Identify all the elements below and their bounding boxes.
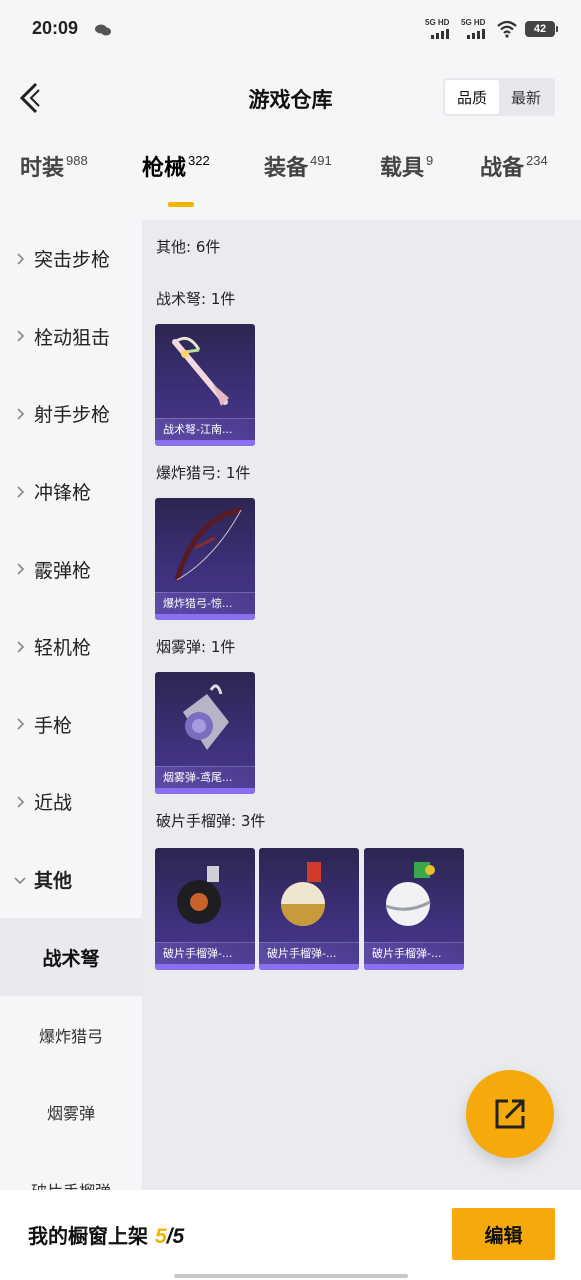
rarity-bar [259, 964, 359, 970]
sidebar-item-smg[interactable]: 冲锋枪 [0, 453, 142, 531]
sort-toggle: 品质 最新 [443, 78, 555, 116]
sidebar-item-lmg[interactable]: 轻机枪 [0, 608, 142, 686]
section-title: 爆炸猎弓: 1件 [156, 464, 251, 482]
chevron-right-icon [17, 796, 25, 808]
tab-firearms[interactable]: 枪械 322 [142, 150, 210, 210]
sidebar-subitem-smoke-grenade[interactable]: 烟雾弹 [0, 1074, 142, 1152]
status-bar: 20:09 5G HD 5G HD 42 [0, 0, 581, 56]
status-time: 20:09 [32, 18, 79, 38]
sort-quality-button[interactable]: 品质 [445, 80, 499, 114]
edit-button[interactable]: 编辑 [452, 1208, 555, 1260]
chevron-right-icon [17, 253, 25, 265]
sidebar-item-assault-rifle[interactable]: 突击步枪 [0, 220, 142, 298]
tab-vehicles[interactable]: 载具 9 [380, 150, 433, 210]
battery-icon: 42 [525, 21, 558, 37]
item-name: 战术弩-江南... [155, 418, 255, 440]
sidebar-subitem-crossbow[interactable]: 战术弩 [0, 918, 142, 996]
item-card[interactable]: 烟雾弹-鸢尾... [155, 672, 255, 794]
bottom-bar: 我的橱窗上架 5/5 编辑 [0, 1190, 581, 1280]
frag-grenade-green-icon [385, 862, 435, 926]
chevron-right-icon [17, 718, 25, 730]
chevron-right-icon [17, 563, 25, 575]
wechat-notification-icon [95, 24, 111, 36]
category-tabs: 时装 988 枪械 322 装备 491 载具 9 战备 234 [0, 150, 581, 210]
chevron-right-icon [17, 330, 25, 342]
item-name: 烟雾弹-鸢尾... [155, 766, 255, 788]
chevron-right-icon [17, 486, 25, 498]
shop-window-status: 我的橱窗上架 5/5 [28, 1224, 185, 1248]
rarity-bar [155, 788, 255, 794]
section-title: 破片手榴弹: 3件 [156, 812, 266, 830]
sidebar-item-bolt-sniper[interactable]: 栓动狙击 [0, 298, 142, 376]
category-sidebar: 突击步枪 栓动狙击 射手步枪 冲锋枪 霰弹枪 轻机枪 手枪 近战 其他 战术弩 … [0, 220, 142, 1190]
tab-supplies[interactable]: 战备 234 [480, 150, 548, 210]
smoke-grenade-icon [183, 684, 229, 750]
item-card[interactable]: 破片手榴弹-... [259, 848, 359, 970]
rarity-bar [364, 964, 464, 970]
share-fab-button[interactable] [466, 1070, 554, 1158]
summary-title: 其他: 6件 [156, 238, 221, 256]
home-indicator[interactable] [174, 1274, 408, 1278]
tab-equipment[interactable]: 装备 491 [264, 150, 332, 210]
sidebar-item-melee[interactable]: 近战 [0, 763, 142, 841]
item-content: 其他: 6件 战术弩: 1件 战术弩-江南... 爆炸猎弓: 1件 爆炸猎弓-惊… [142, 220, 581, 1190]
crossbow-icon [172, 336, 229, 406]
frag-grenade-dark-icon [177, 866, 221, 924]
section-title: 战术弩: 1件 [156, 290, 236, 308]
item-name: 破片手榴弹-... [364, 942, 464, 964]
signal-1-icon: 5G HD [425, 18, 453, 40]
share-external-icon [495, 1099, 525, 1129]
item-card[interactable]: 战术弩-江南... [155, 324, 255, 446]
chevron-right-icon [17, 641, 25, 653]
active-tab-indicator [168, 202, 194, 207]
rarity-bar [155, 440, 255, 446]
sidebar-subitem-frag-grenade[interactable]: 破片手榴弹 [0, 1151, 142, 1190]
item-card[interactable]: 破片手榴弹-... [364, 848, 464, 970]
chevron-down-icon [14, 876, 26, 884]
item-card[interactable]: 破片手榴弹-... [155, 848, 255, 970]
tab-fashion[interactable]: 时装 988 [20, 150, 88, 210]
sort-newest-button[interactable]: 最新 [499, 80, 553, 114]
frag-grenade-gold-icon [281, 862, 325, 926]
sidebar-item-marksman-rifle[interactable]: 射手步枪 [0, 375, 142, 453]
item-name: 爆炸猎弓-惊... [155, 592, 255, 614]
sidebar-item-pistol[interactable]: 手枪 [0, 686, 142, 764]
signal-2-icon: 5G HD [461, 18, 489, 40]
item-name: 破片手榴弹-... [155, 942, 255, 964]
shop-total: 5 [172, 1225, 185, 1248]
bow-icon [174, 507, 242, 581]
shop-count: 5 [154, 1225, 167, 1248]
wifi-icon [497, 20, 517, 38]
sidebar-item-other[interactable]: 其他 [0, 841, 142, 919]
rarity-bar [155, 614, 255, 620]
section-title: 烟雾弹: 1件 [156, 638, 236, 656]
sidebar-item-shotgun[interactable]: 霰弹枪 [0, 530, 142, 608]
chevron-right-icon [17, 408, 25, 420]
header: 游戏仓库 品质 最新 [0, 56, 581, 140]
sidebar-subitem-explosive-bow[interactable]: 爆炸猎弓 [0, 996, 142, 1074]
rarity-bar [155, 964, 255, 970]
item-card[interactable]: 爆炸猎弓-惊... [155, 498, 255, 620]
item-name: 破片手榴弹-... [259, 942, 359, 964]
